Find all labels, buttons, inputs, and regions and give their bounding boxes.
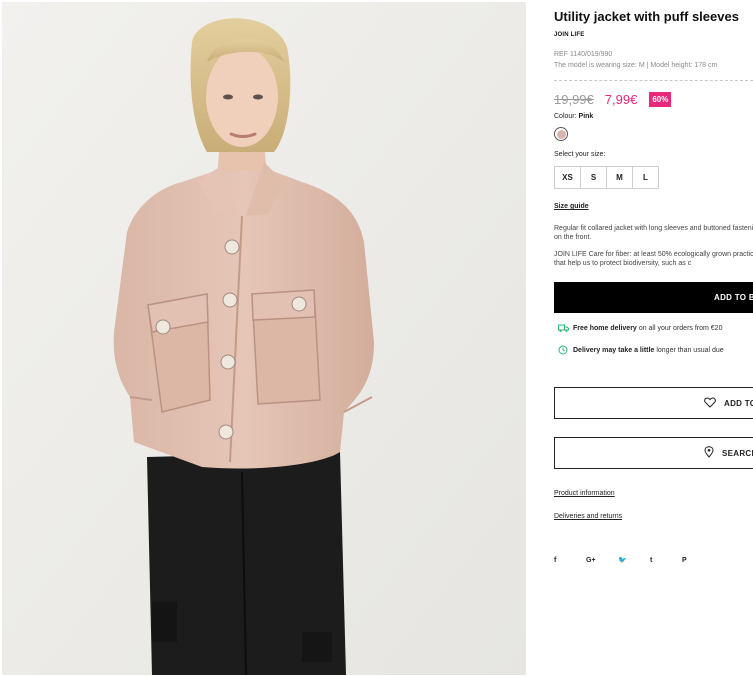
delivery-truck-icon [557,322,569,334]
old-price: 19,99€ [554,91,594,107]
social-share: f G+ 🐦 t P [554,556,714,565]
model-photo [2,2,526,675]
free-delivery-info: Free home delivery on all your orders fr… [557,322,722,334]
add-to-wishlist-label: ADD TO [724,398,753,408]
colour-swatch-dot [556,129,566,139]
search-store-label: SEARCH [722,448,753,458]
facebook-icon[interactable]: f [554,557,586,564]
colour-label: Colour: Pink [554,113,593,120]
product-description: Regular fit collared jacket with long sl… [554,225,753,241]
size-option-xs[interactable]: XS [554,166,581,189]
size-option-m[interactable]: M [606,166,633,189]
divider [554,80,753,81]
free-delivery-bold: Free home delivery [573,324,637,332]
add-to-bag-label: ADD TO B [714,293,753,302]
heart-icon [704,396,716,410]
product-title: Utility jacket with puff sleeves [554,9,739,24]
location-pin-icon [704,446,714,460]
add-to-bag-button[interactable]: ADD TO B [554,282,753,313]
free-delivery-text: on all your orders from €20 [638,324,723,332]
colour-value: Pink [578,113,594,120]
deliveries-returns-link[interactable]: Deliveries and returns [554,513,622,520]
product-information-link[interactable]: Product information [554,490,615,497]
discount-badge: 60% [649,91,672,107]
product-reference: REF 1140/019/990 [554,51,613,58]
sale-price: 7,99€ [604,91,638,107]
product-image[interactable] [2,2,526,675]
colour-swatch[interactable] [554,127,568,141]
size-option-s[interactable]: S [580,166,607,189]
pinterest-icon[interactable]: P [682,557,714,564]
size-selector: XS S M L [554,166,659,189]
product-details-panel: Utility jacket with puff sleeves JOIN LI… [554,0,753,676]
twitter-icon[interactable]: 🐦 [618,556,650,564]
search-store-button[interactable]: SEARCH [554,437,753,469]
google-plus-icon[interactable]: G+ [586,557,618,564]
size-option-l[interactable]: L [632,166,659,189]
brand-label: JOIN LIFE [554,32,585,38]
delivery-delay-info: Delivery may take a little longer than u… [557,344,724,356]
price-row: 19,99€ 7,99€ 60% [554,90,672,108]
add-to-wishlist-button[interactable]: ADD TO [554,387,753,419]
size-label: Select your size: [554,151,606,158]
model-size-info: The model is wearing size: M | Model hei… [554,62,718,69]
delivery-delay-bold: Delivery may take a little [573,346,655,354]
delivery-delay-text: longer than usual due [656,346,724,354]
join-life-description: JOIN LIFE Care for fiber: at least 50% e… [554,251,753,267]
size-guide-link[interactable]: Size guide [554,203,589,210]
colour-label-text: Colour: [554,113,577,120]
tumblr-icon[interactable]: t [650,557,682,564]
clock-icon [557,344,569,356]
